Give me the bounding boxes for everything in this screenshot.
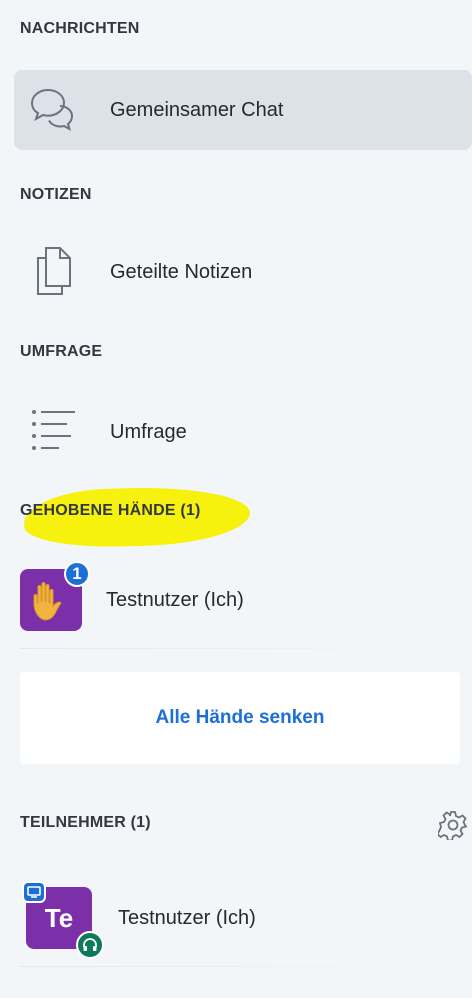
nav-item-poll[interactable]: Umfrage (14, 392, 472, 472)
raised-hand-user-row[interactable]: 1 Testnutzer (Ich) (20, 560, 472, 640)
nav-item-label: Gemeinsamer Chat (110, 98, 284, 121)
section-title-raised-hands: GEHOBENE HÄNDE (1) (20, 502, 201, 520)
avatar: Te (22, 881, 104, 959)
nav-item-shared-chat[interactable]: Gemeinsamer Chat (14, 70, 472, 150)
section-title-messages: NACHRICHTEN (20, 20, 140, 37)
headset-icon (76, 931, 104, 959)
participant-row[interactable]: Te Testnutzer (Ich) (20, 878, 472, 959)
divider (20, 966, 460, 967)
divider (20, 648, 460, 649)
lower-all-hands-button[interactable]: Alle Hände senken (20, 672, 460, 764)
chat-bubbles-icon (26, 82, 82, 138)
gear-icon[interactable] (438, 810, 468, 840)
avatar: 1 (20, 561, 90, 631)
nav-item-label: Umfrage (110, 420, 187, 443)
monitor-icon (22, 881, 46, 903)
section-count: (1) (180, 502, 201, 519)
section-title-participants: TEILNEHMER (1) (20, 814, 151, 832)
avatar-initials: Te (44, 902, 74, 933)
raised-hand-icon (33, 582, 62, 621)
section-title-text: TEILNEHMER (20, 814, 126, 831)
user-name: Testnutzer (Ich) (118, 906, 256, 929)
section-title-text: GEHOBENE HÄNDE (20, 502, 176, 519)
section-title-poll: UMFRAGE (20, 343, 103, 360)
list-icon (26, 404, 82, 460)
section-count: (1) (130, 814, 151, 831)
nav-item-shared-notes[interactable]: Geteilte Notizen (14, 232, 472, 312)
nav-item-label: Geteilte Notizen (110, 260, 253, 283)
raised-hand-count-badge: 1 (64, 561, 90, 587)
section-title-notes: NOTIZEN (20, 186, 92, 203)
user-name: Testnutzer (Ich) (106, 588, 244, 611)
documents-icon (26, 244, 82, 300)
